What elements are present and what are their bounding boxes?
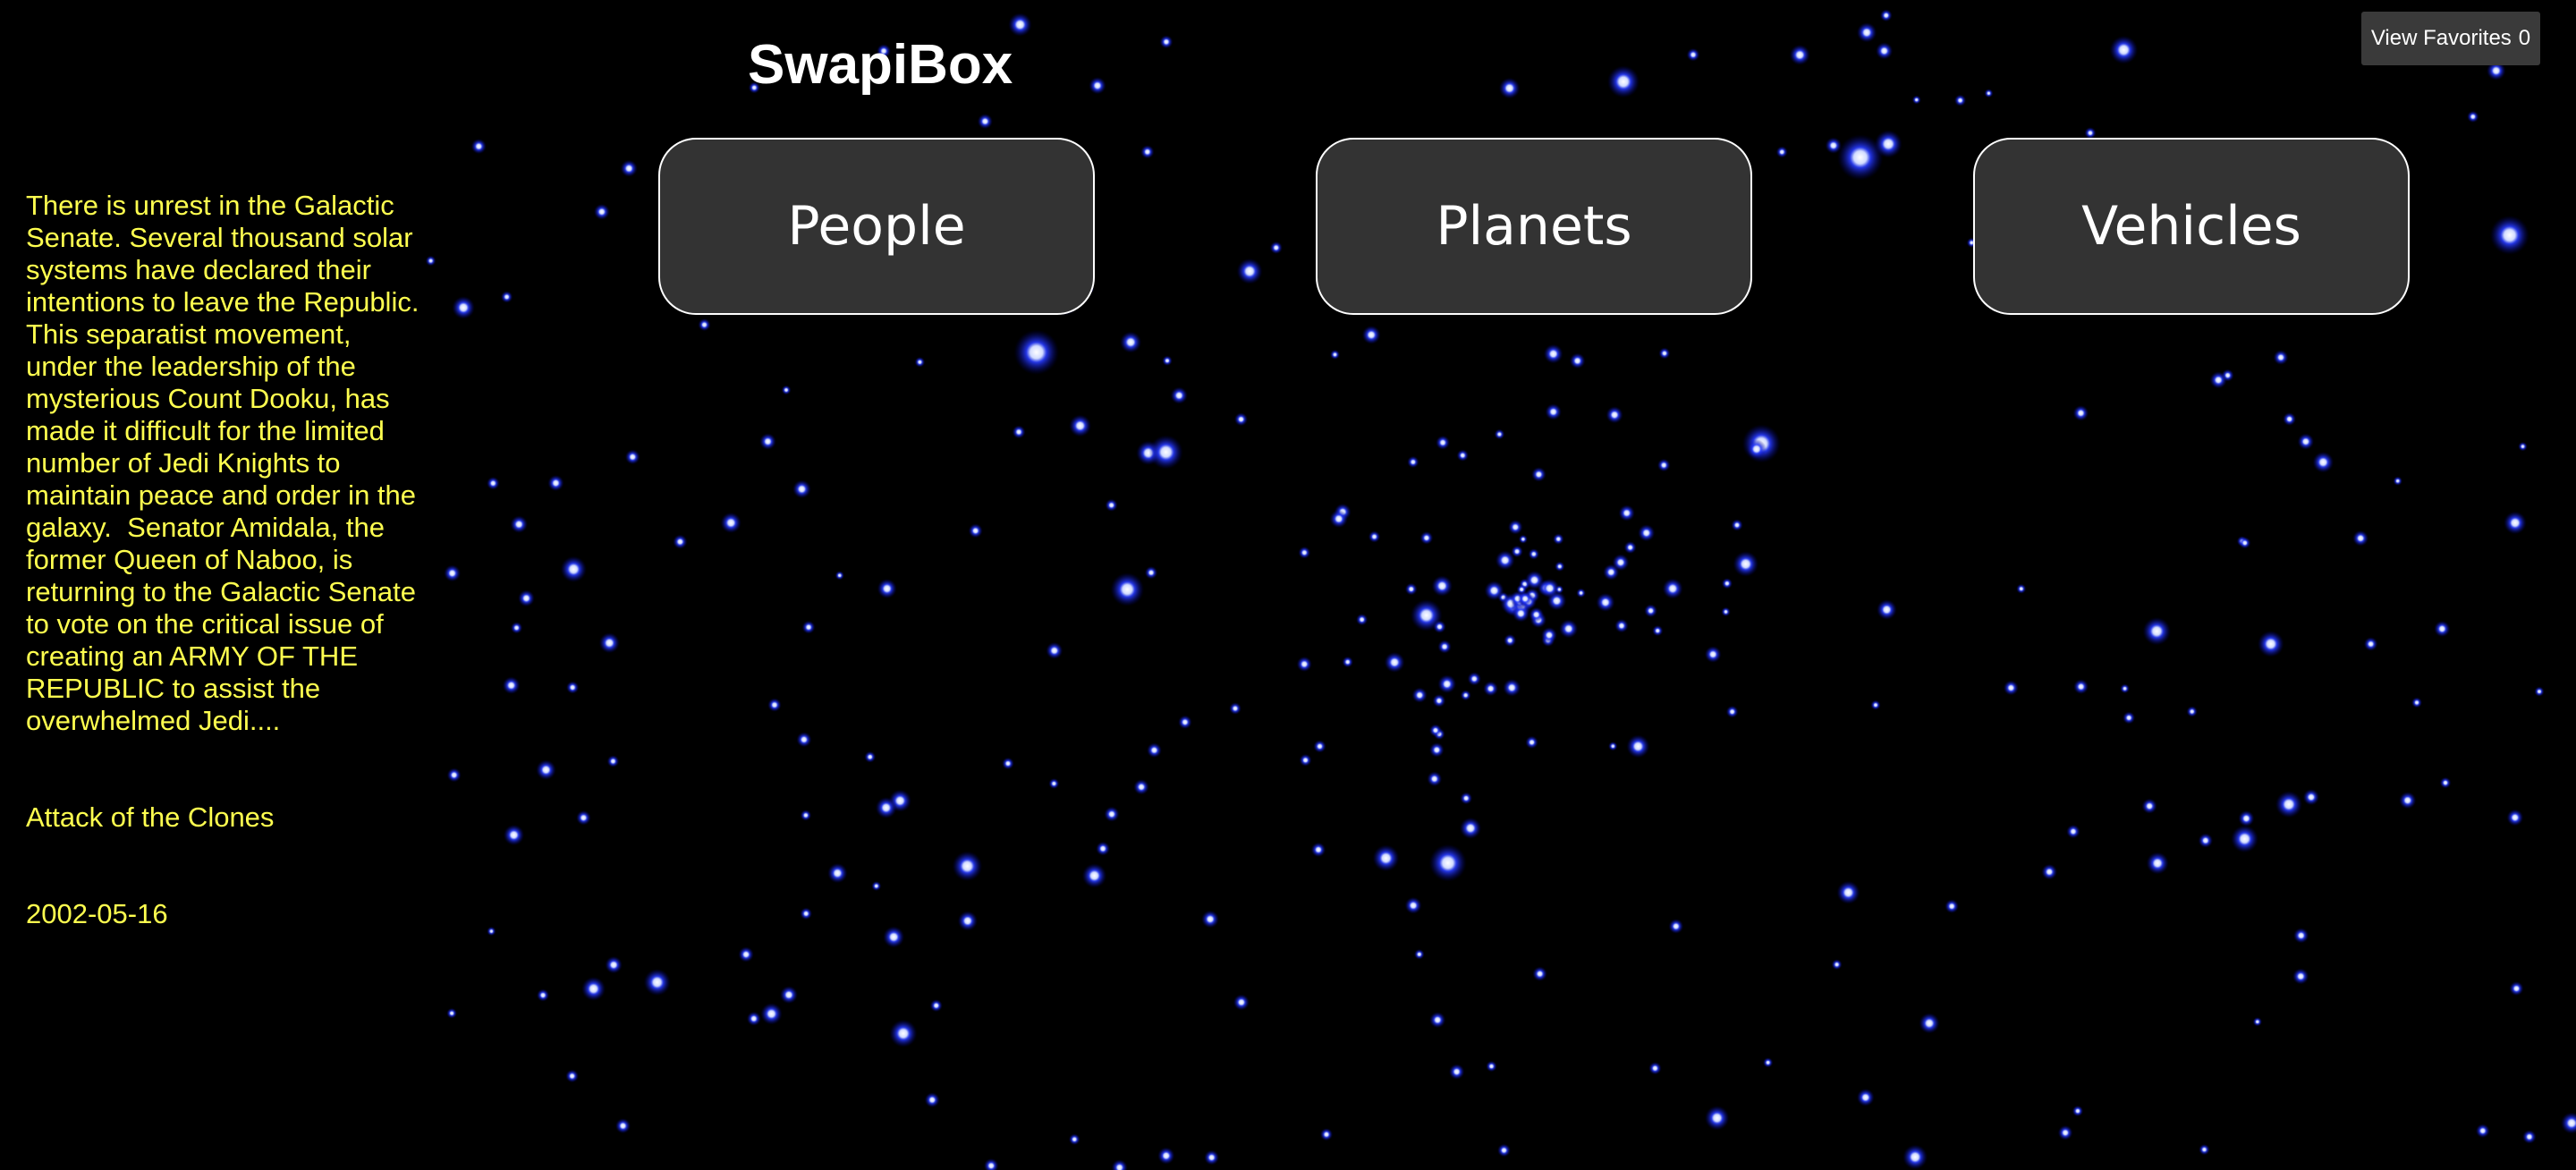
favorites-count: 0: [2518, 26, 2531, 50]
view-favorites-button[interactable]: View Favorites 0: [2361, 12, 2540, 65]
crawl-text: There is unrest in the Galactic Senate. …: [26, 190, 419, 736]
crawl-film-title: Attack of the Clones: [26, 801, 275, 833]
planets-button[interactable]: Planets: [1316, 138, 1752, 315]
view-favorites-label: View Favorites: [2370, 26, 2512, 50]
app-title: SwapiBox: [748, 34, 1013, 96]
crawl-release-date: 2002-05-16: [26, 898, 168, 929]
vehicles-button[interactable]: Vehicles: [1973, 138, 2410, 315]
people-button[interactable]: People: [658, 138, 1095, 315]
opening-crawl: There is unrest in the Galactic Senate. …: [26, 125, 424, 962]
